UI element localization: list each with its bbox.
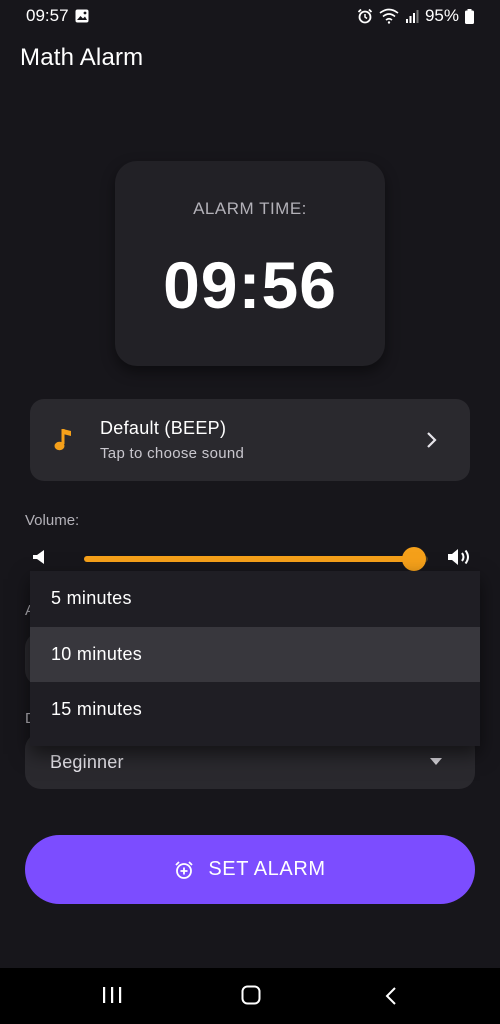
home-icon[interactable] (241, 985, 261, 1005)
back-icon[interactable] (385, 986, 397, 1006)
duration-dropdown-menu: 5 minutes 10 minutes 15 minutes (30, 571, 480, 746)
battery-percentage: 95% (424, 6, 459, 25)
gallery-notification-icon (75, 9, 89, 23)
alarm-time-label: ALARM TIME: (193, 199, 307, 218)
sound-subtitle: Tap to choose sound (100, 445, 245, 462)
dropdown-option-10-minutes[interactable]: 10 minutes (30, 627, 480, 682)
recents-icon[interactable] (102, 987, 122, 1003)
battery-icon (465, 8, 474, 24)
set-alarm-button[interactable]: SET ALARM (25, 835, 475, 904)
sound-title: Default (BEEP) (100, 418, 227, 438)
volume-slider-fill (84, 556, 415, 562)
app-title: Math Alarm (20, 44, 144, 71)
status-right: 95% (357, 6, 474, 26)
set-alarm-label: SET ALARM (208, 858, 326, 880)
dropdown-option-5-minutes[interactable]: 5 minutes (30, 571, 480, 626)
status-time: 09:57 (26, 6, 69, 25)
alarm-clock-icon (357, 8, 373, 24)
signal-icon (405, 10, 419, 23)
alarm-time-card[interactable]: ALARM TIME: 09:56 (115, 161, 385, 366)
wifi-icon (379, 8, 399, 24)
alarm-time-value: 09:56 (163, 248, 337, 322)
music-note-icon (54, 429, 71, 451)
volume-high-icon (448, 549, 469, 565)
system-nav-bar (0, 968, 500, 1024)
alarm-add-icon (175, 860, 193, 879)
volume-low-icon (33, 550, 44, 564)
volume-label: Volume: (25, 512, 80, 529)
sound-picker[interactable]: Default (BEEP) Tap to choose sound (30, 399, 470, 481)
chevron-right-icon (427, 432, 437, 448)
volume-slider[interactable] (84, 547, 428, 571)
status-left: 09:57 (26, 6, 89, 26)
caret-down-icon (430, 758, 442, 765)
dropdown-option-15-minutes[interactable]: 15 minutes (30, 682, 480, 737)
status-bar: 09:57 95% (0, 0, 500, 32)
volume-slider-thumb[interactable] (402, 547, 427, 571)
difficulty-value: Beginner (50, 752, 124, 772)
